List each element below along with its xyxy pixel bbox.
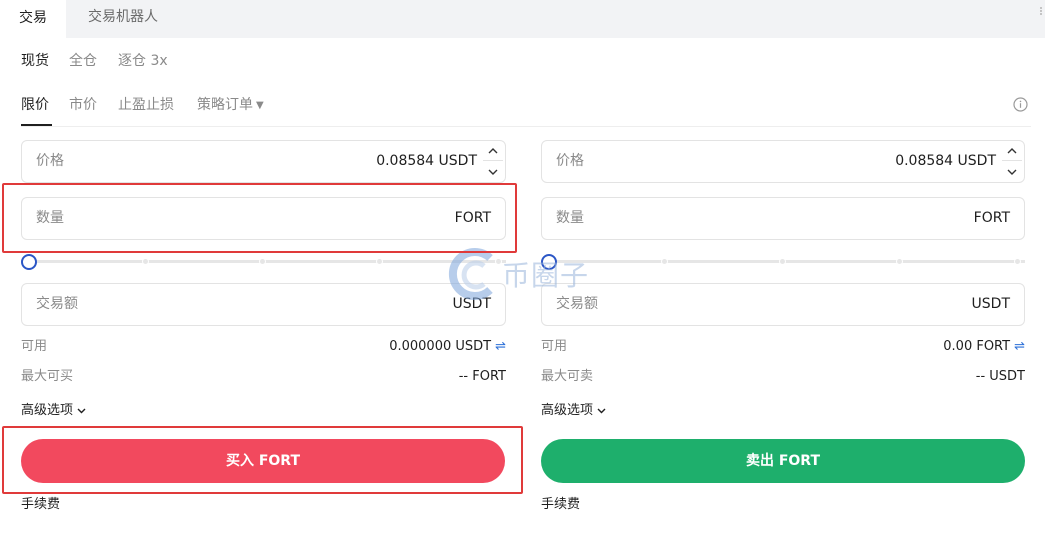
buy-available-label: 可用: [21, 339, 48, 354]
buy-price-stepper[interactable]: [483, 142, 503, 181]
buy-fee-label[interactable]: 手续费: [21, 497, 60, 513]
sell-advanced-label: 高级选项: [541, 403, 594, 418]
buy-slider-mark-50[interactable]: [259, 258, 266, 265]
highlight-quantity-box: [2, 183, 517, 253]
chevron-down-icon: [1007, 169, 1017, 175]
buy-price-decrement-button[interactable]: [483, 162, 503, 181]
buy-max-row: 最大可买 -- FORT: [21, 369, 506, 385]
sell-slider-mark-25[interactable]: [661, 258, 668, 265]
sell-price-stepper[interactable]: [1002, 142, 1022, 181]
buy-amount-input[interactable]: 交易额 USDT: [21, 283, 506, 326]
sell-amount-input[interactable]: 交易额 USDT: [541, 283, 1025, 326]
sell-quantity-label: 数量: [556, 210, 584, 226]
chevron-down-icon: [597, 408, 606, 414]
mode-isolated[interactable]: 逐仓 3x: [118, 52, 168, 70]
sell-max-label: 最大可卖: [541, 369, 594, 384]
mode-spot[interactable]: 现货: [21, 52, 49, 70]
highlight-buy-button-box: [2, 426, 523, 494]
tab-trading-bot[interactable]: 交易机器人: [88, 0, 158, 38]
buy-slider-mark-75[interactable]: [376, 258, 383, 265]
buy-slider-handle[interactable]: [21, 254, 37, 270]
watermark-text: 币圈子: [502, 259, 590, 292]
sell-max-value: -- USDT: [975, 369, 1025, 384]
sell-slider-mark-50[interactable]: [779, 258, 786, 265]
sell-available-label: 可用: [541, 339, 568, 354]
chevron-down-icon: [77, 408, 86, 414]
info-circle-icon[interactable]: [1013, 97, 1028, 112]
sell-price-value[interactable]: 0.08584 USDT: [895, 141, 996, 182]
caret-down-icon: ▼: [256, 100, 264, 111]
buy-price-field[interactable]: 价格 0.08584 USDT: [21, 140, 506, 183]
chevron-up-icon: [488, 148, 498, 154]
swap-icon[interactable]: ⇌: [1014, 339, 1025, 354]
sell-price-decrement-button[interactable]: [1002, 162, 1022, 181]
buy-amount-label: 交易额: [36, 296, 78, 312]
tab-take-profit-stop-loss[interactable]: 止盈止损: [118, 96, 174, 114]
buy-advanced-options[interactable]: 高级选项: [21, 403, 86, 419]
sell-percent-slider[interactable]: [541, 254, 1025, 270]
tab-market[interactable]: 市价: [69, 96, 97, 114]
watermark-c-icon: [448, 248, 493, 300]
tabs-divider: [21, 126, 1031, 127]
sell-slider-mark-75[interactable]: [896, 258, 903, 265]
sell-slider-mark-100[interactable]: [1014, 258, 1021, 265]
buy-price-value[interactable]: 0.08584 USDT: [376, 141, 477, 182]
buy-price-increment-button[interactable]: [483, 142, 503, 161]
sell-button[interactable]: 卖出 FORT: [541, 439, 1025, 483]
more-dots-icon[interactable]: [1038, 6, 1044, 16]
sell-available-row: 可用 0.00 FORT ⇌: [541, 339, 1025, 355]
buy-slider-mark-25[interactable]: [142, 258, 149, 265]
sell-price-label: 价格: [556, 153, 584, 169]
strategy-order-label: 策略订单: [197, 97, 253, 113]
sell-quantity-input[interactable]: 数量 FORT: [541, 197, 1025, 240]
sell-price-field[interactable]: 价格 0.08584 USDT: [541, 140, 1025, 183]
buy-price-label: 价格: [36, 153, 64, 169]
tab-limit[interactable]: 限价: [21, 96, 49, 114]
top-tab-bar: 交易 交易机器人: [0, 0, 1045, 38]
buy-max-label: 最大可买: [21, 369, 74, 384]
sell-available-value: 0.00 FORT: [943, 339, 1011, 354]
sell-max-row: 最大可卖 -- USDT: [541, 369, 1025, 385]
buy-available-row: 可用 0.000000 USDT ⇌: [21, 339, 506, 355]
chevron-up-icon: [1007, 148, 1017, 154]
sell-fee-label[interactable]: 手续费: [541, 497, 580, 513]
tab-trade[interactable]: 交易: [0, 0, 66, 38]
sell-price-increment-button[interactable]: [1002, 142, 1022, 161]
buy-advanced-label: 高级选项: [21, 403, 74, 418]
sell-amount-unit: USDT: [971, 296, 1010, 312]
swap-icon[interactable]: ⇌: [495, 339, 506, 354]
buy-available-value: 0.000000 USDT: [389, 339, 492, 354]
watermark-logo: 币圈子: [446, 244, 606, 304]
buy-max-value: -- FORT: [458, 369, 506, 384]
chevron-down-icon: [488, 169, 498, 175]
sell-quantity-unit: FORT: [973, 210, 1010, 226]
buy-percent-slider[interactable]: [21, 254, 506, 270]
tab-strategy-order[interactable]: 策略订单 ▼: [197, 96, 264, 115]
sell-advanced-options[interactable]: 高级选项: [541, 403, 606, 419]
mode-cross[interactable]: 全仓: [69, 52, 97, 70]
